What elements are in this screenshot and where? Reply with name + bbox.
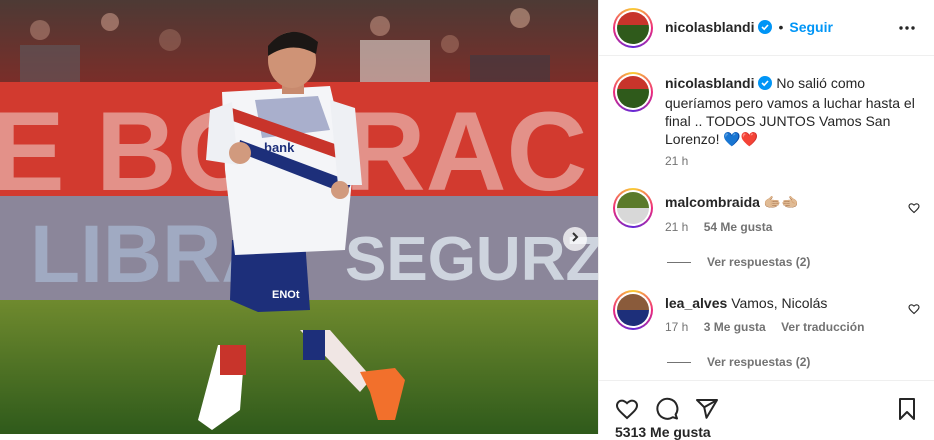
more-options-icon[interactable] [897,18,917,43]
comment-text: Vamos, Nicolás [731,295,828,311]
comment-meta: 21 h 54 Me gusta [665,220,772,234]
verified-badge-icon [758,76,773,94]
caption-time[interactable]: 21 h [665,154,688,168]
post-media[interactable]: E BORRAC LIBRA SEGURZ [0,0,598,434]
comment-avatar[interactable] [613,188,653,228]
separator-dot: • [778,19,784,35]
comment-row: malcombraida 🫱🏼‍🫲🏼 [665,194,799,211]
comment-text: 🫱🏼‍🫲🏼 [763,194,799,210]
verified-badge-icon [758,20,773,39]
follow-button[interactable]: Seguir [789,19,833,35]
comment-likes[interactable]: 3 Me gusta [704,320,766,334]
view-replies-label: Ver respuestas (2) [707,355,811,369]
view-replies-label: Ver respuestas (2) [707,255,811,269]
bookmark-icon[interactable] [895,397,919,426]
heart-icon[interactable] [615,397,639,426]
comment-avatar[interactable] [613,290,653,330]
likes-count[interactable]: 5313 Me gusta [615,424,711,440]
author-avatar[interactable] [613,8,653,48]
comment-time[interactable]: 17 h [665,320,688,334]
comment-time[interactable]: 21 h [665,220,688,234]
svg-text:ENOt: ENOt [272,289,300,301]
replies-line [667,362,691,364]
translate-button[interactable]: Ver traducción [781,320,864,334]
post-header: nicolasblandi • Seguir [599,0,934,56]
comment-likes[interactable]: 54 Me gusta [704,220,773,234]
svg-text:bank: bank [264,140,295,155]
like-comment-heart-icon[interactable] [908,201,920,219]
comment-row: lea_alves Vamos, Nicolás [665,295,827,311]
share-icon[interactable] [695,397,719,426]
post-side-panel: nicolasblandi • Seguir nicolasblandi No sa… [598,0,934,440]
comment-username[interactable]: lea_alves [665,295,727,311]
chevron-right-icon [569,230,581,248]
caption-avatar[interactable] [613,72,653,112]
comment-icon[interactable] [655,397,679,426]
replies-line [667,262,691,264]
comment-meta: 17 h 3 Me gusta Ver traducción [665,320,864,334]
author-username[interactable]: nicolasblandi [665,19,754,35]
caption-username[interactable]: nicolasblandi [665,75,754,91]
view-replies-button[interactable]: Ver respuestas (2) [667,355,810,369]
caption: nicolasblandi No salió como queríamos pe… [665,74,915,148]
like-comment-heart-icon[interactable] [908,302,920,320]
comment-username[interactable]: malcombraida [665,194,760,210]
view-replies-button[interactable]: Ver respuestas (2) [667,255,810,269]
next-media-button[interactable] [563,227,587,251]
post-photo: E BORRAC LIBRA SEGURZ [0,0,598,434]
svg-text:SEGURZ: SEGURZ [345,225,598,294]
